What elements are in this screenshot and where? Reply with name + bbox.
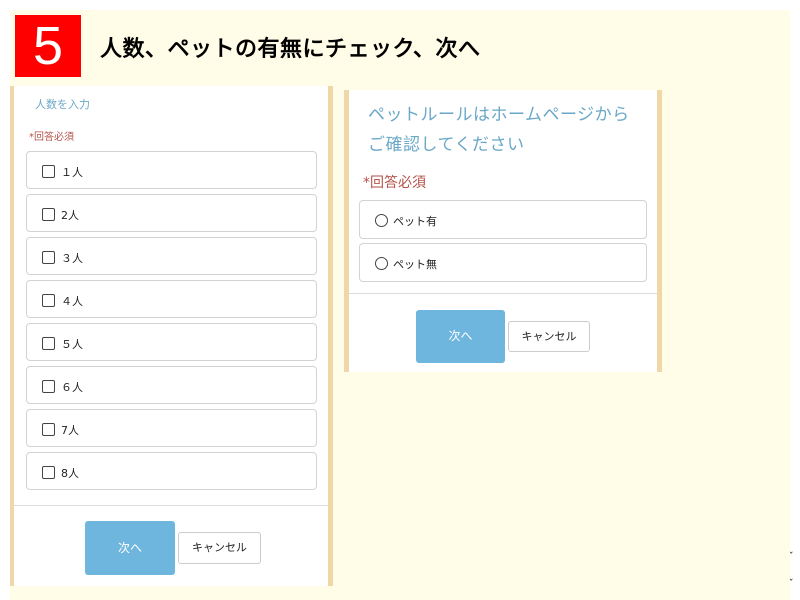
checkbox-icon[interactable] (42, 423, 55, 436)
edge-tick: ˇ (789, 579, 794, 589)
option-label: ペット無 (393, 258, 437, 271)
option-label: ４人 (61, 295, 83, 308)
option-7-persons[interactable]: 7人 (26, 409, 317, 447)
divider (349, 293, 657, 294)
pet-rule-instruction-2: ご確認してください (368, 135, 525, 155)
option-3-persons[interactable]: ３人 (26, 237, 317, 275)
page-title: 人数、ペットの有無にチェック、次へ (100, 37, 481, 62)
next-button[interactable]: 次へ (85, 521, 175, 575)
edge-tick: ˇ (789, 552, 794, 562)
checkbox-icon[interactable] (42, 466, 55, 479)
checkbox-icon[interactable] (42, 380, 55, 393)
people-count-form: 人数を入力 *回答必須 １人 2人 ３人 ４人 ５人 ６人 7人 8人 次へ キ… (10, 86, 333, 586)
option-label: ペット有 (393, 215, 437, 228)
pet-rule-instruction: ペットルールはホームページから (368, 105, 630, 125)
option-label: 7人 (61, 424, 79, 437)
option-label: １人 (61, 166, 83, 179)
pet-form: ペットルールはホームページから ご確認してください *回答必須 ペット有 ペット… (344, 90, 662, 372)
option-4-persons[interactable]: ４人 (26, 280, 317, 318)
option-label: ５人 (61, 338, 83, 351)
people-count-instruction: 人数を入力 (35, 98, 90, 111)
option-label: 2人 (61, 209, 79, 222)
checkbox-icon[interactable] (42, 208, 55, 221)
checkbox-icon[interactable] (42, 337, 55, 350)
radio-icon[interactable] (375, 214, 388, 227)
radio-icon[interactable] (375, 257, 388, 270)
divider (14, 505, 328, 506)
option-6-persons[interactable]: ６人 (26, 366, 317, 404)
option-1-person[interactable]: １人 (26, 151, 317, 189)
required-label: *回答必須 (363, 175, 426, 191)
cancel-button[interactable]: キャンセル (178, 532, 261, 564)
option-pet-no[interactable]: ペット無 (359, 243, 647, 282)
option-pet-yes[interactable]: ペット有 (359, 200, 647, 239)
next-button[interactable]: 次へ (416, 310, 505, 363)
cancel-button[interactable]: キャンセル (508, 321, 590, 352)
option-2-persons[interactable]: 2人 (26, 194, 317, 232)
checkbox-icon[interactable] (42, 251, 55, 264)
option-5-persons[interactable]: ５人 (26, 323, 317, 361)
option-8-persons[interactable]: 8人 (26, 452, 317, 490)
required-label: *回答必須 (29, 132, 74, 143)
option-label: ６人 (61, 381, 83, 394)
option-label: 8人 (61, 467, 79, 480)
step-number-badge: 5 (15, 15, 81, 77)
checkbox-icon[interactable] (42, 165, 55, 178)
option-label: ３人 (61, 252, 83, 265)
checkbox-icon[interactable] (42, 294, 55, 307)
